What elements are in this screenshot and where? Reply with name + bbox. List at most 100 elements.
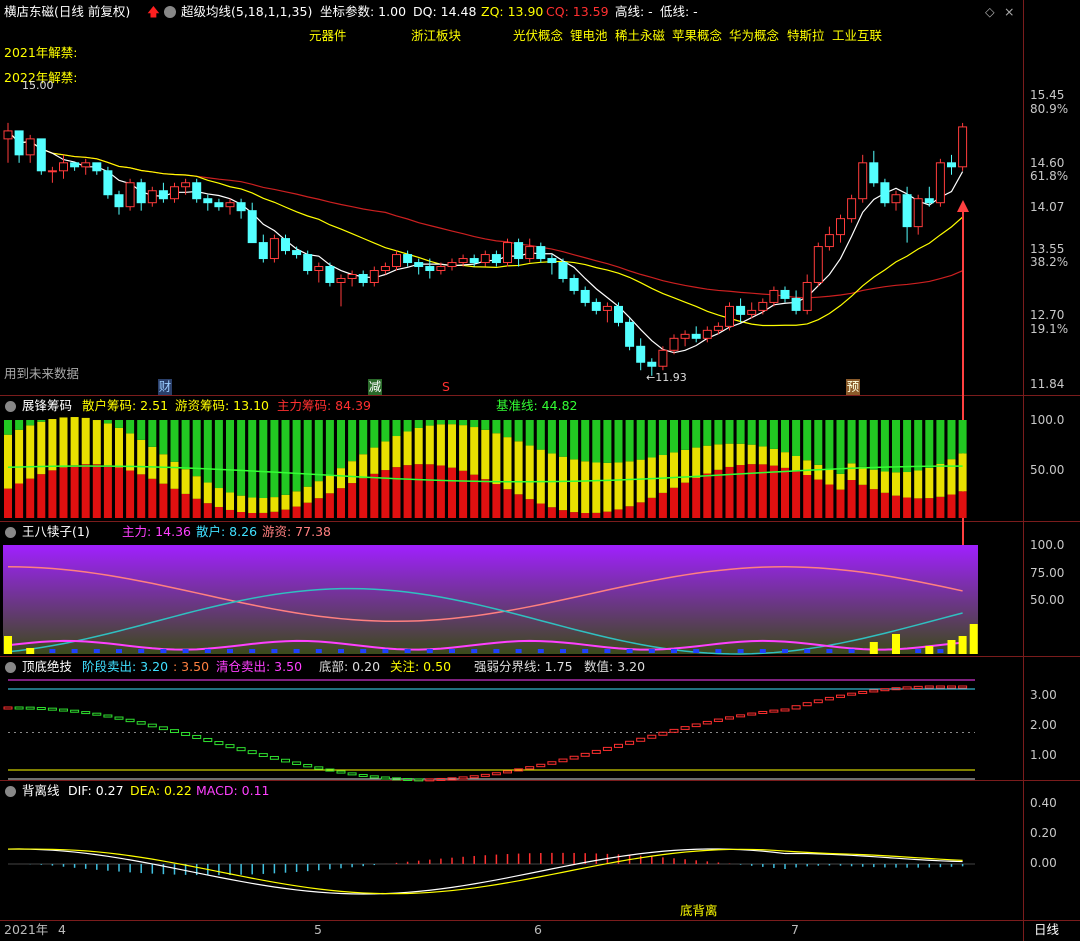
candle-body	[480, 254, 490, 264]
tb-box	[614, 743, 623, 748]
tb-box	[414, 778, 424, 782]
wbz-dot	[782, 649, 788, 653]
chip-bar	[237, 420, 246, 496]
chip-bar	[658, 420, 667, 456]
candle-body	[669, 337, 679, 351]
chip-bar	[403, 465, 412, 518]
tb-box	[802, 702, 812, 707]
chip-bar	[492, 420, 501, 434]
chip-bar	[115, 427, 123, 468]
candle-body	[702, 329, 712, 339]
chip-bar	[436, 420, 445, 425]
wbz-yellow-bar	[892, 634, 900, 654]
chip-bar	[26, 420, 35, 426]
wbz-dot	[537, 649, 544, 653]
candle-body	[602, 305, 612, 311]
tb-box	[780, 708, 790, 712]
chip-bar	[525, 420, 534, 446]
candle-body	[181, 182, 191, 188]
chip-bar	[137, 439, 146, 475]
tb-box	[647, 734, 657, 739]
chip-bar	[936, 420, 945, 464]
chip-bar	[581, 420, 590, 462]
chip-bar	[92, 464, 101, 518]
chip-bar	[159, 420, 168, 455]
candle-body	[114, 194, 124, 208]
chip-bar	[448, 424, 456, 468]
chip-bar	[4, 434, 12, 489]
candle-body	[858, 162, 868, 200]
tb-box	[336, 770, 346, 774]
tb-box	[824, 696, 834, 701]
chip-bar	[481, 479, 490, 518]
tb-box	[813, 699, 823, 704]
tb-box	[791, 705, 801, 710]
chip-bar	[226, 509, 234, 518]
tb-box	[214, 741, 224, 746]
chip-bar	[714, 469, 723, 518]
tb-box	[170, 729, 179, 734]
tb-box	[92, 712, 102, 716]
chip-bar	[337, 420, 345, 469]
candle-body	[458, 258, 468, 264]
chip-bar	[836, 420, 845, 474]
tb-box	[935, 685, 945, 689]
chip-bar	[692, 420, 701, 448]
wbz-dot	[160, 649, 167, 653]
chip-bar	[15, 483, 24, 518]
chip-bar	[747, 464, 756, 518]
candle-body	[314, 266, 324, 272]
chip-bar	[536, 420, 545, 450]
chip-bar	[947, 494, 956, 518]
tb-box	[425, 778, 435, 782]
wbz-dot	[293, 649, 300, 653]
chip-bar	[26, 478, 35, 518]
chip-bar	[825, 469, 834, 485]
tb-box	[469, 775, 479, 779]
chip-bar	[825, 420, 834, 470]
tb-box	[303, 763, 313, 768]
candle-body	[958, 126, 968, 168]
candle-body	[580, 289, 590, 303]
candle-body	[170, 186, 179, 200]
tb-box	[236, 747, 246, 752]
tb-box	[269, 755, 279, 760]
chip-bar	[170, 488, 179, 518]
wbz-dot	[138, 649, 145, 653]
chip-bar	[747, 444, 756, 465]
chip-bar	[15, 429, 24, 484]
chip-bar	[292, 491, 301, 507]
chip-bar	[625, 461, 634, 507]
chip-bar	[625, 506, 634, 518]
candle-body	[158, 190, 168, 200]
chip-bar	[636, 459, 645, 503]
wbz-dot	[49, 649, 56, 653]
chip-bar	[903, 420, 912, 473]
candle-body	[647, 361, 657, 367]
chip-bar	[714, 420, 723, 445]
tb-box	[36, 707, 46, 711]
tb-box	[880, 688, 890, 692]
candle-body	[769, 289, 779, 303]
wbz-dot	[93, 649, 100, 653]
chip-bar	[403, 420, 412, 432]
wbz-dot	[671, 649, 677, 653]
wbz-dot	[249, 649, 256, 653]
tb-box	[403, 778, 413, 782]
chip-bar	[59, 417, 68, 468]
chip-bar	[303, 420, 312, 487]
chip-bar	[670, 452, 678, 488]
chip-bar	[792, 455, 801, 472]
chip-bar	[692, 477, 701, 518]
wbz-dot	[227, 649, 233, 653]
chip-bar	[381, 420, 390, 442]
wbz-dot	[360, 649, 367, 653]
wbz-dot	[404, 649, 411, 653]
chip-bar	[303, 502, 312, 518]
chip-bar	[880, 492, 889, 518]
candle-body	[414, 262, 424, 268]
chip-bar	[781, 452, 789, 468]
wbz-dot	[915, 649, 922, 653]
candle-body	[924, 198, 934, 204]
tb-box	[147, 723, 157, 728]
